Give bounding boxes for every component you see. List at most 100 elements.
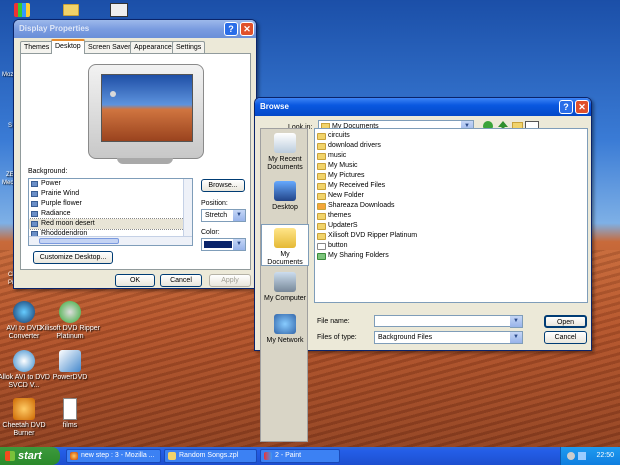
help-button[interactable]: ? <box>559 100 573 114</box>
list-item[interactable]: My Music <box>317 161 358 171</box>
files-of-type-select[interactable]: Background Files ▼ <box>374 331 523 344</box>
list-item[interactable]: New Folder <box>317 191 364 201</box>
moon-icon <box>110 91 116 97</box>
desktop-icon-powerdvd[interactable]: PowerDVD <box>40 350 100 382</box>
list-item[interactable]: themes <box>317 211 351 221</box>
ok-button[interactable]: OK <box>115 274 155 287</box>
list-item[interactable]: download drivers <box>317 141 381 151</box>
browse-cancel-button[interactable]: Cancel <box>544 331 587 344</box>
taskbar-item-random-songs[interactable]: Random Songs.zpl <box>164 449 257 463</box>
position-label: Position: <box>201 200 228 207</box>
display-properties-titlebar[interactable]: Display Properties ? ✕ <box>14 20 256 38</box>
background-list[interactable]: Power Prairie Wind Purple flower Radianc… <box>28 178 193 246</box>
folder-icon <box>317 213 326 220</box>
powerdvd-icon <box>59 350 81 372</box>
browse-titlebar[interactable]: Browse ? ✕ <box>255 98 591 116</box>
list-item-selected[interactable]: Red moon desert <box>29 218 192 230</box>
place-my-computer[interactable]: My Computer <box>261 272 309 303</box>
places-bar: My Recent Documents Desktop My Documents… <box>260 128 309 442</box>
folder-icon <box>317 133 326 140</box>
open-button[interactable]: Open <box>544 315 587 328</box>
tab-desktop[interactable]: Desktop <box>51 39 85 54</box>
browse-dialog: Browse ? ✕ Look in: My Documents ▼ My Re… <box>254 97 592 442</box>
help-button[interactable]: ? <box>224 22 238 36</box>
folder-icon[interactable] <box>63 4 79 16</box>
list-item[interactable]: Shareaza Downloads <box>317 201 395 211</box>
cheetah-icon <box>13 398 35 420</box>
window-title: Display Properties <box>19 24 90 33</box>
position-select[interactable]: Stretch ▼ <box>201 209 246 222</box>
file-name-dropdown[interactable]: ▼ <box>510 315 523 328</box>
image-file-icon <box>31 221 38 227</box>
list-item[interactable]: Radiance <box>29 209 192 219</box>
avi-to-dvd-icon <box>13 301 35 323</box>
chevron-down-icon[interactable]: ▼ <box>510 316 522 327</box>
folder-icon <box>168 452 176 460</box>
background-label: Background: <box>28 168 68 175</box>
list-item[interactable]: Purple flower <box>29 199 192 209</box>
wallpaper-preview <box>101 74 193 142</box>
volume-icon[interactable] <box>567 452 575 460</box>
folder-icon <box>317 223 326 230</box>
taskbar: start new step : 3 - Mozilla ... Random … <box>0 447 620 465</box>
chevron-down-icon[interactable]: ▼ <box>233 239 245 250</box>
firefox-icon <box>70 452 78 460</box>
desktop-icon-top-1[interactable] <box>14 3 30 17</box>
desktop-icon-films[interactable]: films <box>40 398 100 430</box>
list-item[interactable]: circuits <box>317 131 350 141</box>
customize-desktop-button[interactable]: Customize Desktop... <box>33 251 113 264</box>
my-documents-icon <box>274 228 296 248</box>
file-name-input[interactable] <box>374 315 522 327</box>
display-properties-window: Display Properties ? ✕ Themes Desktop Sc… <box>13 19 257 289</box>
monitor-stand <box>117 158 173 164</box>
tab-screen-saver[interactable]: Screen Saver <box>84 41 135 53</box>
tab-appearance[interactable]: Appearance <box>130 41 176 53</box>
list-item[interactable]: button <box>317 241 347 251</box>
folder-icon <box>317 143 326 150</box>
edge-label-2: S <box>8 123 13 129</box>
place-my-network[interactable]: My Network <box>261 314 309 345</box>
file-name-label: File name: <box>317 318 350 325</box>
close-button[interactable]: ✕ <box>575 100 589 114</box>
list-item[interactable]: Xilisoft DVD Ripper Platinum <box>317 231 417 241</box>
desktop-icon-xilisoft[interactable]: Xilisoft DVD Ripper Platinum <box>40 301 100 341</box>
browse-button[interactable]: Browse... <box>201 179 245 192</box>
network-tray-icon[interactable] <box>578 452 586 460</box>
apply-button[interactable]: Apply <box>209 274 251 287</box>
image-file-icon <box>31 191 38 197</box>
vertical-scrollbar[interactable] <box>183 179 192 237</box>
place-my-recent-documents[interactable]: My Recent Documents <box>261 133 309 172</box>
list-item[interactable]: Power <box>29 179 192 189</box>
chevron-down-icon[interactable]: ▼ <box>510 332 522 343</box>
list-item[interactable]: UpdaterS <box>317 221 358 231</box>
close-button[interactable]: ✕ <box>240 22 254 36</box>
folder-icon <box>317 193 326 200</box>
folder-icon <box>317 183 326 190</box>
list-item[interactable]: Prairie Wind <box>29 189 192 199</box>
list-item[interactable]: music <box>317 151 346 161</box>
desktop-icon-top-3[interactable] <box>110 3 128 17</box>
scroll-thumb[interactable] <box>39 238 119 244</box>
folder-icon <box>317 173 326 180</box>
color-picker-button[interactable]: ▼ <box>201 238 246 251</box>
list-item[interactable]: My Pictures <box>317 171 365 181</box>
clock[interactable]: 22:50 <box>596 452 614 459</box>
folder-icon <box>317 153 326 160</box>
taskbar-item-paint[interactable]: 2 - Paint <box>260 449 340 463</box>
list-item[interactable]: My Received Files <box>317 181 385 191</box>
system-tray: 22:50 <box>560 447 620 465</box>
place-my-documents[interactable]: My Documents <box>261 224 309 266</box>
taskbar-item-mozilla[interactable]: new step : 3 - Mozilla ... <box>66 449 161 463</box>
start-button[interactable]: start <box>0 447 60 465</box>
folder-icon <box>317 163 326 170</box>
horizontal-scrollbar[interactable] <box>29 236 192 245</box>
cancel-button[interactable]: Cancel <box>160 274 202 287</box>
chevron-down-icon[interactable]: ▼ <box>233 210 245 221</box>
place-desktop[interactable]: Desktop <box>261 181 309 212</box>
xilisoft-icon <box>59 301 81 323</box>
tab-settings[interactable]: Settings <box>172 41 206 53</box>
tab-themes[interactable]: Themes <box>20 41 54 53</box>
list-item[interactable]: My Sharing Folders <box>317 251 389 261</box>
desktop-tab-panel: Background: Power Prairie Wind Purple fl… <box>20 53 251 270</box>
file-list[interactable]: circuits download drivers music My Music… <box>314 128 588 303</box>
